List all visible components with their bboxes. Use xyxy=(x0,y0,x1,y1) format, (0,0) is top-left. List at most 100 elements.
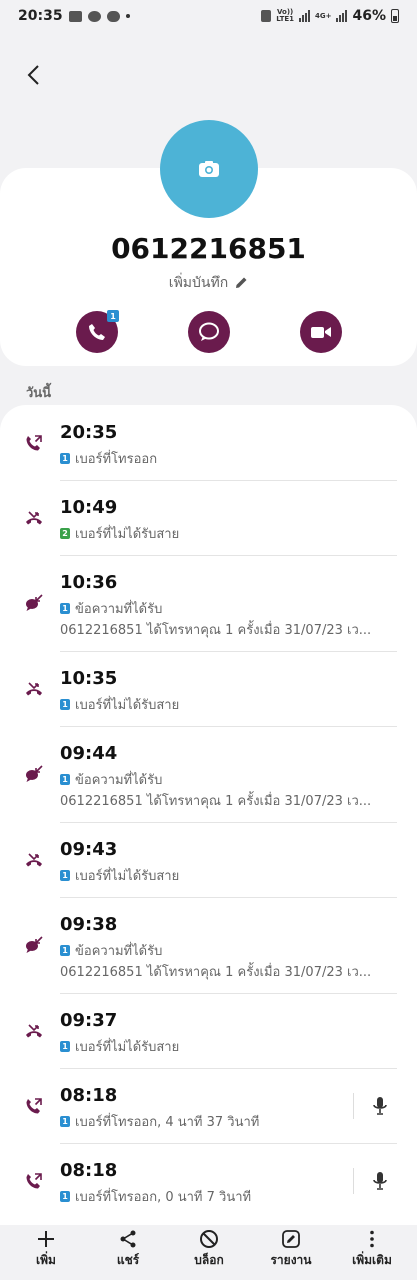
log-message-preview: 0612216851 ได้โทรหาคุณ 1 ครั้งเมื่อ 31/0… xyxy=(60,794,372,809)
log-time: 10:36 xyxy=(60,572,118,593)
back-button[interactable] xyxy=(18,58,48,92)
log-desc: 1 เบอร์ที่ไม่ได้รับสาย xyxy=(60,865,179,886)
divider xyxy=(60,651,397,652)
sim-1-badge: 1 xyxy=(60,945,70,956)
microphone-icon xyxy=(373,1097,387,1115)
message-icon xyxy=(199,322,219,341)
sim-1-badge: 1 xyxy=(60,1116,70,1127)
log-desc: 1 ข้อความที่ได้รับ xyxy=(60,769,162,790)
received-message-icon xyxy=(24,593,44,613)
missed-call-icon xyxy=(24,1021,44,1041)
report-button[interactable]: รายงาน xyxy=(251,1229,331,1270)
video-camera-icon xyxy=(311,327,331,338)
log-time: 10:35 xyxy=(60,668,118,689)
sim-1-badge: 1 xyxy=(60,870,70,881)
log-row[interactable]: 10:36 1 ข้อความที่ได้รับ 0612216851 ได้โท… xyxy=(0,555,417,651)
pencil-icon xyxy=(236,277,247,288)
divider xyxy=(60,822,397,823)
line-notification-icon xyxy=(106,10,120,22)
add-note-label: เพิ่มบันทึก xyxy=(168,275,229,291)
log-desc: 1 เบอร์ที่โทรออก xyxy=(60,448,157,469)
log-time: 09:38 xyxy=(60,914,118,935)
log-desc: 1 เบอร์ที่ไม่ได้รับสาย xyxy=(60,1036,179,1057)
log-time: 09:37 xyxy=(60,1010,118,1031)
divider xyxy=(60,897,397,898)
contact-number: 0612216851 xyxy=(111,232,306,265)
divider xyxy=(60,1143,397,1144)
log-time: 08:18 xyxy=(60,1085,118,1106)
contact-avatar[interactable] xyxy=(160,120,258,218)
log-desc: 2 เบอร์ที่ไม่ได้รับสาย xyxy=(60,523,179,544)
play-recording-button[interactable] xyxy=(370,1095,390,1117)
log-row[interactable]: 20:35 1 เบอร์ที่โทรออก xyxy=(0,405,417,480)
divider xyxy=(60,726,397,727)
divider xyxy=(60,1068,397,1069)
divider xyxy=(60,993,397,994)
log-desc: 1 ข้อความที่ได้รับ xyxy=(60,598,162,619)
chevron-left-icon xyxy=(27,65,39,85)
signal-2-icon xyxy=(336,10,348,22)
missed-call-icon xyxy=(24,850,44,870)
block-button[interactable]: บล็อก xyxy=(169,1229,249,1270)
log-row[interactable]: 10:35 1 เบอร์ที่ไม่ได้รับสาย xyxy=(0,651,417,726)
message-button[interactable] xyxy=(188,311,230,353)
divider xyxy=(60,555,397,556)
call-log-list: 20:35 1 เบอร์ที่โทรออก 10:49 2 เบอร์ที่ไม่… xyxy=(0,405,417,1225)
microphone-icon xyxy=(373,1172,387,1190)
alarm-icon xyxy=(261,10,272,22)
log-message-preview: 0612216851 ได้โทรหาคุณ 1 ครั้งเมื่อ 31/0… xyxy=(60,965,372,980)
sim-2-badge: 2 xyxy=(60,528,70,539)
log-row[interactable]: 08:18 1 เบอร์ที่โทรออก, 4 นาที 37 วินาที xyxy=(0,1068,417,1143)
status-time: 20:35 xyxy=(18,8,63,24)
video-call-button[interactable] xyxy=(300,311,342,353)
signal-1-icon xyxy=(299,10,310,22)
gallery-notification-icon xyxy=(68,10,82,22)
log-desc: 1 เบอร์ที่โทรออก, 4 นาที 37 วินาที xyxy=(60,1111,259,1132)
volte-indicator: Vo)) LTE1 xyxy=(276,8,294,23)
log-row[interactable]: 10:49 2 เบอร์ที่ไม่ได้รับสาย xyxy=(0,480,417,555)
block-icon xyxy=(200,1230,218,1248)
battery-icon xyxy=(391,9,399,23)
phone-icon xyxy=(89,324,105,340)
log-time: 09:43 xyxy=(60,839,118,860)
outgoing-call-icon xyxy=(24,1171,44,1191)
app-notification-icon xyxy=(87,10,101,22)
log-row[interactable]: 09:43 1 เบอร์ที่ไม่ได้รับสาย xyxy=(0,822,417,897)
log-row[interactable]: 09:44 1 ข้อความที่ได้รับ 0612216851 ได้โท… xyxy=(0,726,417,822)
add-button[interactable]: เพิ่ม xyxy=(6,1229,86,1270)
log-message-preview: 0612216851 ได้โทรหาคุณ 1 ครั้งเมื่อ 31/0… xyxy=(60,623,372,638)
battery-percent: 46% xyxy=(352,8,386,24)
camera-icon xyxy=(199,161,219,177)
share-icon xyxy=(120,1230,136,1248)
missed-call-icon xyxy=(24,679,44,699)
log-row[interactable]: 08:18 1 เบอร์ที่โทรออก, 0 นาที 7 วินาที xyxy=(0,1143,417,1225)
more-vertical-icon xyxy=(370,1230,374,1248)
log-time: 08:18 xyxy=(60,1160,118,1181)
log-time: 09:44 xyxy=(60,743,118,764)
sim-1-badge: 1 xyxy=(60,1041,70,1052)
play-recording-button[interactable] xyxy=(370,1170,390,1192)
log-desc: 1 เบอร์ที่ไม่ได้รับสาย xyxy=(60,694,179,715)
status-bar: 20:35 Vo)) LTE1 4G+ 46% xyxy=(0,0,417,32)
report-icon xyxy=(282,1230,300,1248)
share-button[interactable]: แชร์ xyxy=(88,1229,168,1270)
divider xyxy=(353,1093,354,1119)
sim-badge: 1 xyxy=(107,310,119,322)
plus-icon xyxy=(38,1231,54,1247)
sim-1-badge: 1 xyxy=(60,1191,70,1202)
network-type-indicator: 4G+ xyxy=(315,11,332,20)
call-button[interactable]: 1 xyxy=(76,310,119,353)
add-note-link[interactable]: เพิ่มบันทึก xyxy=(0,272,417,294)
more-options-button[interactable]: เพิ่มเติม xyxy=(332,1229,412,1270)
divider xyxy=(353,1168,354,1194)
log-desc: 1 ข้อความที่ได้รับ xyxy=(60,940,162,961)
log-time: 10:49 xyxy=(60,497,118,518)
sim-1-badge: 1 xyxy=(60,699,70,710)
log-time: 20:35 xyxy=(60,422,118,443)
log-row[interactable]: 09:38 1 ข้อความที่ได้รับ 0612216851 ได้โท… xyxy=(0,897,417,993)
received-message-icon xyxy=(24,764,44,784)
missed-call-icon xyxy=(24,508,44,528)
log-row[interactable]: 09:37 1 เบอร์ที่ไม่ได้รับสาย xyxy=(0,993,417,1068)
sim-1-badge: 1 xyxy=(60,774,70,785)
divider xyxy=(60,480,397,481)
